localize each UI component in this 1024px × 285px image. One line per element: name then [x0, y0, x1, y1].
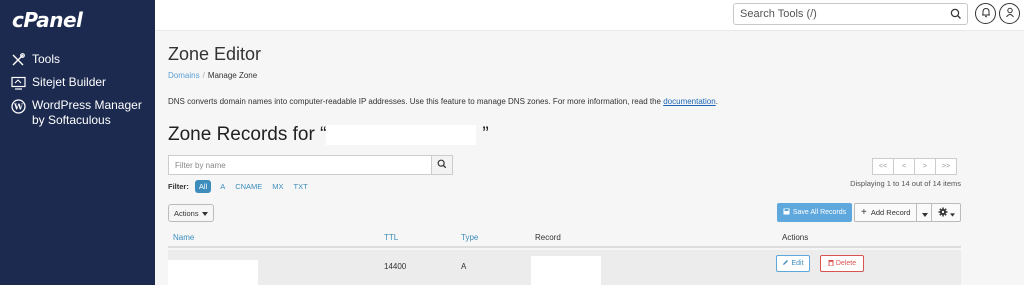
add-record-label: Add Record: [870, 208, 911, 217]
column-header-record: Record: [535, 233, 561, 242]
documentation-link[interactable]: documentation: [663, 97, 715, 106]
filter-label: Filter:: [168, 182, 189, 191]
breadcrumb-separator: /: [202, 71, 205, 80]
delete-record-button[interactable]: Delete: [820, 255, 864, 272]
sitejet-icon: [10, 75, 26, 91]
prev-page-button[interactable]: <: [893, 158, 915, 175]
caret-down-icon: [949, 204, 955, 222]
user-menu-button[interactable]: [999, 3, 1020, 24]
gear-icon: [938, 204, 948, 222]
zone-records-title: Zone Records for “ ”: [168, 124, 489, 146]
type-cell: A: [461, 262, 467, 271]
sidebar-item-sitejet[interactable]: Sitejet Builder: [10, 75, 106, 91]
column-header-type[interactable]: Type: [461, 233, 478, 242]
zone-title-prefix: Zone Records for “: [168, 124, 327, 145]
sidebar-item-label: Sitejet Builder: [32, 75, 107, 89]
user-icon: [1005, 5, 1015, 23]
add-record-button[interactable]: + Add Record: [854, 203, 918, 222]
save-all-records-button[interactable]: Save All Records: [777, 203, 852, 222]
caret-down-icon: [201, 209, 208, 218]
tools-icon: [10, 52, 26, 68]
actions-dropdown-button[interactable]: Actions: [168, 204, 214, 222]
sidebar-item-tools[interactable]: Tools: [10, 52, 60, 68]
notifications-button[interactable]: [975, 3, 996, 24]
redacted-domain: [326, 125, 477, 145]
cpanel-logo[interactable]: cPanel: [12, 8, 83, 32]
wordpress-icon: W: [10, 98, 26, 114]
intro-end: .: [715, 97, 718, 106]
column-header-name[interactable]: Name: [173, 233, 194, 242]
zone-title-suffix: ”: [482, 124, 489, 145]
intro-description: DNS converts domain names into computer-…: [168, 97, 661, 106]
actions-label: Actions: [174, 208, 199, 218]
edit-label: Edit: [791, 260, 804, 267]
records-table-header: Name TTL Type Record Actions: [168, 231, 961, 248]
trash-icon: [828, 259, 834, 268]
filter-cname[interactable]: CNAME: [235, 182, 262, 191]
plus-icon: +: [861, 206, 867, 218]
breadcrumb: Domains / Manage Zone: [168, 71, 257, 80]
svg-text:W: W: [13, 101, 24, 111]
column-header-ttl[interactable]: TTL: [384, 233, 398, 242]
pagination: << < > >>: [872, 158, 957, 175]
breadcrumb-current: Manage Zone: [207, 71, 258, 80]
pagination-info: Displaying 1 to 14 out of 14 items: [850, 179, 961, 188]
redacted-record-cell: [531, 256, 601, 285]
save-all-label: Save All Records: [792, 209, 847, 216]
next-page-button[interactable]: >: [914, 158, 936, 175]
bell-icon: [981, 5, 991, 23]
filter-search-button[interactable]: [431, 155, 453, 175]
sidebar-item-label: WordPress Manager by Softaculous: [32, 98, 142, 127]
caret-down-icon: [921, 204, 928, 222]
sidebar: cPanel Tools Sitejet Builder W WordPress…: [0, 0, 155, 285]
column-header-actions: Actions: [782, 233, 809, 242]
last-page-button[interactable]: >>: [935, 158, 957, 175]
record-type-filters: Filter: All A CNAME MX TXT: [168, 180, 318, 193]
sidebar-item-label: Tools: [32, 52, 61, 66]
top-header: [155, 0, 1024, 31]
save-icon: [783, 208, 790, 217]
table-row: 14400 A Edit Delete: [168, 250, 961, 285]
main-content: Zone Editor Domains / Manage Zone DNS conv…: [155, 31, 1024, 285]
search-icon[interactable]: [950, 7, 962, 25]
search-icon: [437, 156, 447, 174]
breadcrumb-domains-link[interactable]: Domains: [168, 71, 200, 80]
first-page-button[interactable]: <<: [872, 158, 894, 175]
delete-label: Delete: [835, 260, 857, 267]
filter-by-name-input[interactable]: [168, 155, 431, 175]
redacted-name-cell: [168, 260, 258, 285]
sidebar-item-wordpress[interactable]: W WordPress Manager by Softaculous: [10, 98, 142, 128]
edit-record-button[interactable]: Edit: [776, 255, 810, 272]
add-record-group: + Add Record: [854, 203, 934, 222]
filter-all[interactable]: All: [194, 180, 212, 193]
search-box[interactable]: [733, 3, 968, 25]
ttl-cell: 14400: [384, 262, 407, 271]
filter-a[interactable]: A: [220, 182, 225, 191]
pencil-icon: [782, 259, 789, 268]
settings-dropdown-button[interactable]: [931, 203, 961, 222]
search-input[interactable]: [734, 4, 939, 24]
filter-txt[interactable]: TXT: [294, 182, 308, 191]
page-title: Zone Editor: [168, 44, 262, 64]
intro-text: DNS converts domain names into computer-…: [168, 97, 718, 106]
filter-mx[interactable]: MX: [272, 182, 283, 191]
